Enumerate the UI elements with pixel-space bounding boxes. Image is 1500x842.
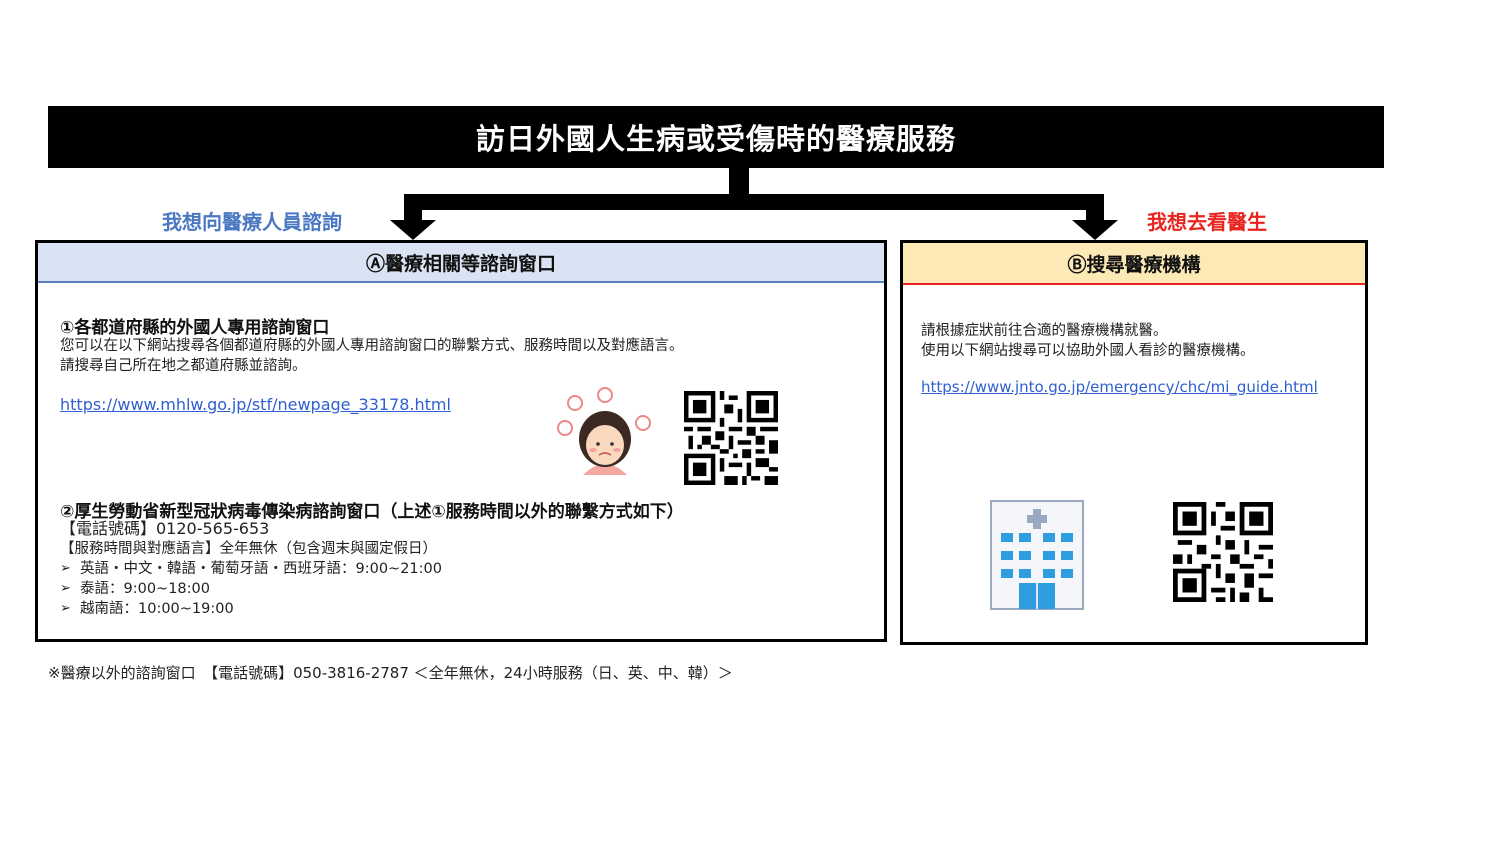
section2-phone: 【電話號碼】0120-565-653 [60,519,270,538]
bullet-arrow-icon: ➢ [60,601,71,616]
qr-code-mhlw-icon [684,391,778,485]
bullet-arrow-icon: ➢ [60,561,71,576]
branch-label-consult: 我想向醫療人員諮詢 [162,210,342,234]
qr-code-jnto-icon [1173,502,1273,602]
bullet-text: 英語・中文・韓語・葡萄牙語・西班牙語：9:00~21:00 [80,561,442,577]
bullet-item: ➢ 英語・中文・韓語・葡萄牙語・西班牙語：9:00~21:00 [60,559,442,579]
section2-hours: 【服務時間與對應語言】全年無休（包含週末與國定假日） [60,541,437,557]
footer-note: ※醫療以外的諮詢窗口 【電話號碼】050-3816-2787 ＜全年無休，24小… [48,664,733,682]
arrow-down-right-icon [1072,220,1118,240]
panel-find-medical-header: Ⓑ搜尋醫療機構 [903,243,1365,285]
section1-line2: 請搜尋自己所在地之都道府縣並諮詢。 [60,358,307,374]
panel-consultation-header: Ⓐ醫療相關等諮詢窗口 [38,243,884,283]
bullet-arrow-icon: ➢ [60,581,71,596]
bullet-item: ➢ 越南語：10:00~19:00 [60,599,234,619]
mhlw-link[interactable]: https://www.mhlw.go.jp/stf/newpage_33178… [60,395,451,414]
panel-b-line2: 使用以下網站搜尋可以協助外國人看診的醫療機構。 [921,343,1255,359]
bullet-text: 泰語：9:00~18:00 [80,581,210,597]
panel-find-medical: Ⓑ搜尋醫療機構 請根據症狀前往合適的醫療機構就醫。 使用以下網站搜尋可以協助外國… [900,240,1368,645]
bullet-text: 越南語：10:00~19:00 [80,601,234,617]
section1-line1: 您可以在以下網站搜尋各個都道府縣的外國人專用諮詢窗口的聯繫方式、服務時間以及對應… [60,338,684,354]
branch-label-see-doctor: 我想去看醫生 [1147,210,1267,234]
hospital-building-icon [990,500,1084,610]
page-title: 訪日外國人生病或受傷時的醫療服務 [48,106,1384,168]
arrow-down-left-icon [390,220,436,240]
panel-b-line1: 請根據症狀前往合適的醫療機構就醫。 [921,323,1168,339]
jnto-link[interactable]: https://www.jnto.go.jp/emergency/chc/mi_… [921,378,1318,396]
panel-consultation: Ⓐ醫療相關等諮詢窗口 ①各都道府縣的外國人專用諮詢窗口 您可以在以下網站搜尋各個… [35,240,887,642]
sick-woman-illustration-icon [557,387,651,475]
section1-heading: ①各都道府縣的外國人專用諮詢窗口 [60,318,330,338]
bullet-item: ➢ 泰語：9:00~18:00 [60,579,210,599]
page-title-text: 訪日外國人生病或受傷時的醫療服務 [475,122,956,156]
